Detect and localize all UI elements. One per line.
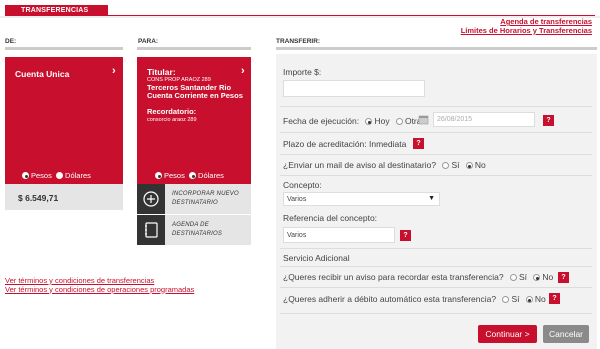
agenda-destinatarios-button[interactable]: AGENDA DE DESTINATARIOS [137,215,251,245]
divider [280,287,592,288]
chevron-right-icon[interactable]: › [112,65,116,77]
radio-dolares[interactable] [189,172,197,179]
agenda-destinatarios-label: AGENDA DE DESTINATARIOS [172,222,223,237]
incorporar-destinatario-button[interactable]: INCORPORAR NUEVO DESTINATARIO [137,184,251,214]
terms-links: Ver términos y condiciones de transferen… [5,276,194,295]
no-label: No [542,272,554,282]
debito-row: ¿Queres adherir a débito automático esta… [283,294,546,304]
fecha-input[interactable]: 26/08/2015 [433,112,535,127]
calendar-icon[interactable] [418,114,429,125]
currency-dolares-label: Dólares [198,171,224,180]
top-links: Agenda de transferencias Límites de Hora… [461,17,592,35]
radio-otra[interactable] [395,118,403,125]
destination-details: Titular: CONS PROP ARAOZ 289 Terceros Sa… [147,68,243,124]
transferir-column-rule [276,47,597,50]
radio-recordar-si[interactable] [510,274,518,281]
currency-dolares-label: Dólares [65,171,91,180]
si-label: Sí [519,272,528,282]
no-label: No [474,160,486,170]
enviar-mail-label: ¿Enviar un mail de aviso al destinatario… [283,160,437,170]
fecha-ejecucion-row: Fecha de ejecución: Hoy Otra [283,116,421,126]
radio-pesos[interactable] [22,172,29,179]
no-label: No [534,294,546,304]
agenda-transferencias-link[interactable]: Agenda de transferencias [461,17,592,26]
divider [280,248,592,249]
referencia-input[interactable]: Varios [283,227,395,243]
recordatorio-label: Recordatorio: [147,107,197,116]
destination-account: Cuenta Corriente en Pesos [147,91,243,100]
radio-recordar-no[interactable] [533,274,541,281]
radio-mail-no[interactable] [465,162,473,169]
incorporar-destinatario-label: INCORPORAR NUEVO DESTINATARIO [172,191,239,206]
fecha-ejecucion-label: Fecha de ejecución: [283,116,360,126]
chevron-right-icon[interactable]: › [241,65,245,77]
importe-input[interactable] [283,80,425,97]
recordar-label: ¿Queres recibir un aviso para recordar e… [283,272,504,282]
divider [280,106,592,107]
de-column-rule [5,47,123,50]
plus-circle-icon [137,184,165,214]
radio-dolares[interactable] [56,172,64,179]
recordar-row: ¿Queres recibir un aviso para recordar e… [283,272,553,282]
destination-currency-selector: Pesos Dólares [155,171,224,180]
plazo-acreditacion-label: Plazo de acreditación: Inmediata [283,139,407,149]
limites-horarios-link[interactable]: Límites de Horarios y Transferencias [461,26,592,35]
enviar-mail-row: ¿Enviar un mail de aviso al destinatario… [283,160,486,170]
concepto-selected-value: Varios [287,196,307,203]
servicio-adicional-label: Servicio Adicional [283,253,350,263]
transferir-column-label: TRANSFERIR: [276,38,321,45]
radio-hoy[interactable] [365,118,373,125]
radio-debito-si[interactable] [502,296,510,303]
origin-account-title: Cuenta Unica [15,69,70,79]
concepto-select[interactable]: Varios ▼ [283,192,440,206]
chevron-down-icon: ▼ [428,195,435,202]
si-label: Sí [451,160,460,170]
help-icon[interactable]: ? [543,115,554,126]
terminos-operaciones-programadas-link[interactable]: Ver términos y condiciones de operacione… [5,285,194,295]
origin-currency-selector: Pesos Dólares [22,171,91,180]
currency-pesos-label: Pesos [31,171,52,180]
concepto-label: Concepto: [283,180,322,190]
help-icon[interactable]: ? [400,230,411,241]
agenda-book-icon [137,215,165,245]
divider [280,313,592,314]
para-column-label: PARA: [138,38,159,45]
recordatorio-value: consorcio araoz 289 [147,117,197,123]
para-column-rule [137,47,251,50]
help-icon[interactable]: ? [413,138,424,149]
divider [280,175,592,176]
divider [280,266,592,267]
si-label: Sí [511,294,520,304]
referencia-concepto-label: Referencia del concepto: [283,213,378,223]
radio-mail-si[interactable] [442,162,450,169]
origin-account-card[interactable]: Cuenta Unica › Pesos Dólares [5,57,123,184]
radio-debito-no[interactable] [525,296,533,303]
origin-balance: $ 6.549,71 [5,184,123,210]
help-icon[interactable]: ? [549,293,560,304]
importe-label: Importe $: [283,67,322,77]
destination-card[interactable]: Titular: CONS PROP ARAOZ 289 Terceros Sa… [137,57,251,184]
hoy-label: Hoy [374,116,390,126]
debito-label: ¿Queres adherir a débito automático esta… [283,294,497,304]
radio-pesos[interactable] [155,172,162,179]
help-icon[interactable]: ? [558,272,569,283]
divider [280,154,592,155]
currency-pesos-label: Pesos [164,171,185,180]
titular-label: Titular: [147,67,176,77]
divider [280,132,592,133]
continue-button[interactable]: Continuar > [478,325,537,343]
de-column-label: DE: [5,38,17,45]
cancel-button[interactable]: Cancelar [543,325,589,343]
